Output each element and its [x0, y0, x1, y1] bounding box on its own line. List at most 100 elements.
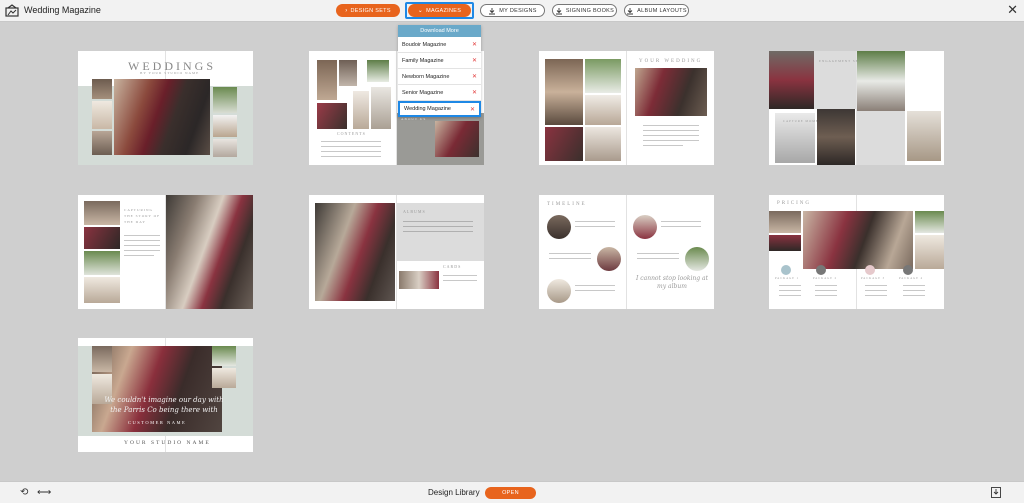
- cover-subtitle: BY YOUR STUDIO NAME: [140, 71, 200, 75]
- dropdown-item-boudoir[interactable]: Boudoir Magazine ✕: [398, 37, 481, 53]
- design-sets-label: DESIGN SETS: [350, 7, 391, 14]
- dropdown-item-senior[interactable]: Senior Magazine ✕: [398, 85, 481, 101]
- text-line: [403, 221, 473, 222]
- main-couple-photo: [114, 79, 210, 155]
- photo-thumb: [907, 111, 941, 161]
- text-line: [865, 285, 887, 286]
- close-icon[interactable]: ✕: [1007, 2, 1018, 18]
- text-line: [321, 156, 381, 157]
- album-layouts-button[interactable]: ALBUM LAYOUTS: [624, 4, 689, 17]
- text-line: [815, 295, 837, 296]
- signing-books-button[interactable]: SIGNING BOOKS: [552, 4, 617, 17]
- package-label: PACKAGE 2: [813, 277, 838, 280]
- design-card-albums[interactable]: ALBUMS CARDS: [309, 195, 484, 309]
- focus-highlight: [405, 2, 474, 19]
- download-icon: [627, 7, 634, 14]
- delete-icon[interactable]: ✕: [472, 57, 477, 64]
- text-line: [903, 285, 925, 286]
- text-line: [575, 285, 615, 286]
- bottom-toolbar: ⟲ ⟷ Design Library OPEN: [0, 481, 1024, 503]
- text-line: [403, 231, 473, 232]
- import-icon[interactable]: [991, 487, 1001, 498]
- photo-thumb: [84, 227, 120, 249]
- open-button[interactable]: OPEN: [485, 487, 536, 499]
- package-label: PACKAGE 1: [775, 277, 800, 280]
- magazines-dropdown: Download More Boudoir Magazine ✕ Family …: [398, 25, 481, 117]
- refresh-icon[interactable]: ⟲: [20, 487, 28, 498]
- my-designs-button[interactable]: MY DESIGNS: [480, 4, 545, 17]
- design-card-timeline[interactable]: TIMELINE I cannot stop looking at my alb…: [539, 195, 714, 309]
- delete-icon[interactable]: ✕: [470, 106, 475, 113]
- text-line: [124, 255, 154, 256]
- design-card-capturing-story[interactable]: CAPTURING THE STORY OF THE DAY: [78, 195, 253, 309]
- studio-name: YOUR STUDIO NAME: [124, 440, 211, 446]
- delete-icon[interactable]: ✕: [472, 73, 477, 80]
- dropdown-item-label: Senior Magazine: [402, 89, 444, 96]
- text-line: [865, 295, 887, 296]
- photo-thumb: [339, 60, 357, 86]
- photo-thumb: [213, 115, 237, 137]
- text-line: [779, 290, 801, 291]
- main-photo: [166, 195, 253, 309]
- photo-thumb: [545, 127, 583, 161]
- text-line: [321, 151, 381, 152]
- dropdown-item-family[interactable]: Family Magazine ✕: [398, 53, 481, 69]
- testimonial-line-2: the Parris Co being there with: [110, 406, 218, 414]
- design-card-testimonial[interactable]: We couldn't imagine our day with the Par…: [78, 338, 253, 452]
- photo-thumb: [84, 201, 120, 225]
- text-line: [575, 290, 615, 291]
- text-line: [661, 226, 701, 227]
- gray-panel: [857, 111, 905, 165]
- text-line: [637, 258, 679, 259]
- photo-thumb: [857, 51, 905, 111]
- text-line: [549, 258, 591, 259]
- dropdown-item-label: Newborn Magazine: [402, 73, 450, 80]
- design-library-label: Design Library: [428, 488, 480, 497]
- design-card-your-wedding[interactable]: YOUR WEDDING: [539, 51, 714, 165]
- text-line: [124, 235, 160, 236]
- design-card-weddings-cover[interactable]: WEDDINGS BY YOUR STUDIO NAME: [78, 51, 253, 165]
- photo-thumb: [585, 127, 621, 161]
- photo-thumb: [213, 139, 237, 157]
- text-line: [643, 140, 699, 141]
- package-badge: [816, 265, 826, 275]
- dropdown-item-newborn[interactable]: Newborn Magazine ✕: [398, 69, 481, 85]
- design-card-pricing[interactable]: PRICING PACKAGE 1 PACKAGE 2 PACKAGE 3 PA…: [769, 195, 944, 309]
- testimonial-line-1: We couldn't imagine our day with: [104, 396, 224, 404]
- text-line: [779, 295, 801, 296]
- package-badge: [865, 265, 875, 275]
- design-sets-button[interactable]: › DESIGN SETS: [336, 4, 400, 17]
- timeline-heading: TIMELINE: [547, 202, 587, 207]
- text-line: [779, 285, 801, 286]
- text-line: [549, 253, 591, 254]
- page-title: YOUR WEDDING: [639, 59, 703, 64]
- text-line: [321, 146, 381, 147]
- photo-thumb: [92, 101, 112, 129]
- text-line: [124, 240, 160, 241]
- text-line: [643, 145, 683, 146]
- text-line: [124, 245, 160, 246]
- design-card-engagement[interactable]: ENGAGEMENT SESSIONS CAPTURE MOMENTS: [769, 51, 944, 165]
- resize-horizontal-icon[interactable]: ⟷: [37, 487, 51, 498]
- library-icon[interactable]: [5, 4, 19, 18]
- dropdown-item-wedding[interactable]: Wedding Magazine ✕: [398, 101, 481, 117]
- photo-thumb: [769, 211, 801, 233]
- download-more-button[interactable]: Download More: [398, 25, 481, 37]
- download-icon: [555, 7, 562, 14]
- photo-thumb: [371, 87, 391, 129]
- my-designs-label: MY DESIGNS: [499, 7, 537, 14]
- dropdown-item-label: Boudoir Magazine: [402, 41, 447, 48]
- text-line: [637, 253, 679, 254]
- timeline-photo: [597, 247, 621, 271]
- dropdown-item-label: Wedding Magazine: [404, 106, 451, 112]
- delete-icon[interactable]: ✕: [472, 89, 477, 96]
- photo-thumb: [817, 109, 855, 165]
- page-fold: [626, 51, 627, 165]
- window-title: Wedding Magazine: [24, 5, 101, 15]
- about-heading: ABOUT US: [401, 117, 427, 121]
- cards-heading: CARDS: [443, 264, 462, 269]
- photo-thumb: [585, 59, 621, 93]
- photo-thumb: [84, 251, 120, 275]
- photo-thumb: [353, 91, 369, 129]
- delete-icon[interactable]: ✕: [472, 41, 477, 48]
